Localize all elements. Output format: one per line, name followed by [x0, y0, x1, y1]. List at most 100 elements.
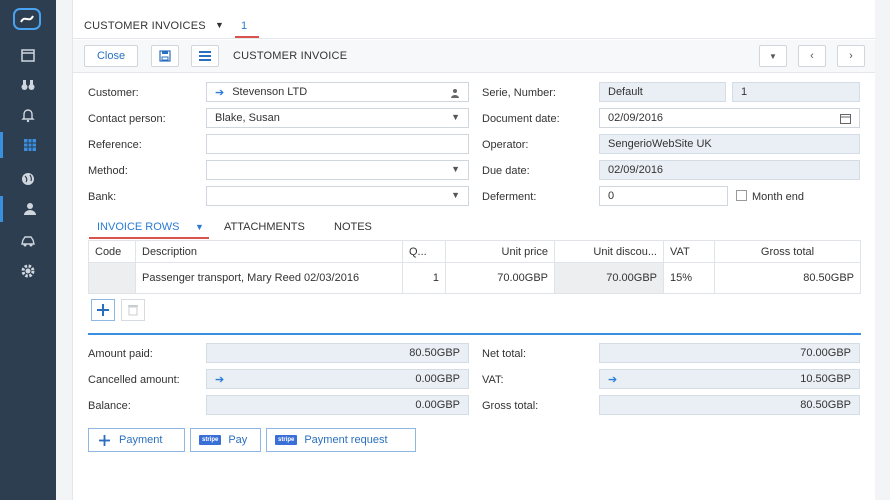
tab-attachments[interactable]: ATTACHMENTS: [224, 221, 305, 233]
column-header-vat[interactable]: VAT: [663, 240, 715, 263]
reference-label: Reference:: [88, 139, 142, 151]
bank-select[interactable]: ▼: [206, 186, 469, 206]
sidebar: [0, 0, 56, 500]
amount-paid-field[interactable]: 80.50GBP: [206, 343, 469, 363]
amount-paid-label: Amount paid:: [88, 348, 153, 360]
number-field[interactable]: 1: [732, 82, 860, 102]
caret-down-icon[interactable]: ▼: [195, 222, 204, 232]
next-icon[interactable]: ›: [837, 45, 865, 67]
table-header-row: Code Description Q... Unit price Unit di…: [88, 240, 861, 263]
trash-icon: [128, 305, 138, 316]
pay-button-label: Pay: [228, 434, 248, 446]
tab-invoice-rows[interactable]: INVOICE ROWS: [97, 221, 180, 233]
section-divider: [88, 333, 861, 335]
payment-request-button-label: Payment request: [304, 434, 388, 446]
caret-down-icon: ▼: [451, 164, 460, 174]
menu-icon[interactable]: [191, 45, 219, 67]
contact-person-select[interactable]: Blake, Susan ▼: [206, 108, 469, 128]
link-arrow-icon[interactable]: ➔: [608, 373, 617, 386]
customer-value: Stevenson LTD: [232, 86, 308, 98]
month-end-label: Month end: [752, 191, 804, 203]
column-header-code[interactable]: Code: [88, 240, 136, 263]
link-arrow-icon[interactable]: ➔: [215, 86, 224, 99]
gear-icon[interactable]: [0, 258, 56, 284]
method-select[interactable]: ▼: [206, 160, 469, 180]
caret-down-icon: ▼: [451, 190, 460, 200]
customer-field[interactable]: ➔ Stevenson LTD: [206, 82, 469, 102]
gross-total-label: Gross total:: [482, 400, 539, 412]
add-row-button[interactable]: [91, 299, 115, 321]
column-header-description[interactable]: Description: [135, 240, 403, 263]
car-icon[interactable]: [0, 228, 56, 254]
calendar-icon[interactable]: [840, 113, 851, 124]
gross-total-value: 80.50GBP: [800, 399, 851, 411]
deferment-input[interactable]: 0: [599, 186, 728, 206]
deferment-label: Deferment:: [482, 191, 537, 203]
cancelled-amount-field[interactable]: ➔ 0.00GBP: [206, 369, 469, 389]
table-row[interactable]: Passenger transport, Mary Reed 02/03/201…: [88, 262, 861, 294]
net-total-label: Net total:: [482, 348, 527, 360]
column-header-unit-discount[interactable]: Unit discou...: [554, 240, 664, 263]
payment-request-button[interactable]: stripe Payment request: [266, 428, 416, 452]
vat-field[interactable]: ➔ 10.50GBP: [599, 369, 860, 389]
cell-description[interactable]: Passenger transport, Mary Reed 02/03/201…: [135, 262, 403, 294]
spreadsheet-icon[interactable]: [0, 132, 56, 158]
contact-person-label: Contact person:: [88, 113, 166, 125]
cell-gross-total[interactable]: 80.50GBP: [714, 262, 861, 294]
tab-notes[interactable]: NOTES: [334, 221, 372, 233]
column-header-quantity[interactable]: Q...: [402, 240, 446, 263]
invoice-rows-table: Code Description Q... Unit price Unit di…: [88, 240, 861, 294]
month-end-checkbox[interactable]: [736, 190, 747, 201]
caret-down-icon[interactable]: ▼: [759, 45, 787, 67]
plus-icon: [97, 304, 109, 316]
balance-field[interactable]: 0.00GBP: [206, 395, 469, 415]
tab-count[interactable]: 1: [241, 20, 247, 32]
column-header-gross-total[interactable]: Gross total: [714, 240, 861, 263]
caret-down-icon: ▼: [451, 112, 460, 122]
binoculars-icon[interactable]: [0, 72, 56, 98]
save-icon[interactable]: [151, 45, 179, 67]
caret-down-icon[interactable]: ▼: [215, 20, 224, 30]
app-logo-icon[interactable]: [13, 8, 41, 30]
document-tabbar: CUSTOMER INVOICES ▼ 1: [73, 12, 875, 39]
serie-field[interactable]: Default: [599, 82, 726, 102]
customer-label: Customer:: [88, 87, 139, 99]
due-date-field[interactable]: 02/09/2016: [599, 160, 860, 180]
person-icon[interactable]: [450, 88, 460, 98]
due-date-label: Due date:: [482, 165, 530, 177]
globe-icon[interactable]: [0, 166, 56, 192]
cell-quantity[interactable]: 1: [402, 262, 446, 294]
vat-value: 10.50GBP: [800, 373, 851, 385]
operator-label: Operator:: [482, 139, 529, 151]
detail-tabs: INVOICE ROWS ▼ ATTACHMENTS NOTES: [73, 215, 875, 239]
cell-vat[interactable]: 15%: [663, 262, 715, 294]
pay-button[interactable]: stripe Pay: [190, 428, 261, 452]
amount-paid-value: 80.50GBP: [409, 347, 460, 359]
cell-code[interactable]: [88, 262, 136, 294]
calendar-icon[interactable]: [0, 42, 56, 68]
user-icon[interactable]: [0, 196, 56, 222]
stripe-logo: stripe: [199, 435, 222, 445]
link-arrow-icon[interactable]: ➔: [215, 373, 224, 386]
reference-input[interactable]: [206, 134, 469, 154]
main-panel: CUSTOMER INVOICES ▼ 1 Close CUSTOMER INV…: [72, 0, 875, 500]
method-label: Method:: [88, 165, 128, 177]
close-button[interactable]: Close: [84, 45, 138, 67]
column-header-unit-price[interactable]: Unit price: [445, 240, 555, 263]
delete-row-button[interactable]: [121, 299, 145, 321]
gross-total-field[interactable]: 80.50GBP: [599, 395, 860, 415]
plus-icon: [99, 434, 110, 446]
operator-field[interactable]: SengerioWebSite UK: [599, 134, 860, 154]
document-date-input[interactable]: 02/09/2016: [599, 108, 860, 128]
payment-button-label: Payment: [119, 434, 163, 446]
document-date-value: 02/09/2016: [608, 112, 664, 124]
payment-button[interactable]: Payment: [88, 428, 185, 452]
tab-customer-invoices[interactable]: CUSTOMER INVOICES: [84, 20, 206, 32]
active-tab-underline: [235, 36, 259, 38]
cancelled-amount-value: 0.00GBP: [415, 373, 460, 385]
previous-icon[interactable]: ‹: [798, 45, 826, 67]
cell-unit-discount[interactable]: 70.00GBP: [554, 262, 664, 294]
bell-icon[interactable]: [0, 102, 56, 128]
cell-unit-price[interactable]: 70.00GBP: [445, 262, 555, 294]
net-total-field[interactable]: 70.00GBP: [599, 343, 860, 363]
